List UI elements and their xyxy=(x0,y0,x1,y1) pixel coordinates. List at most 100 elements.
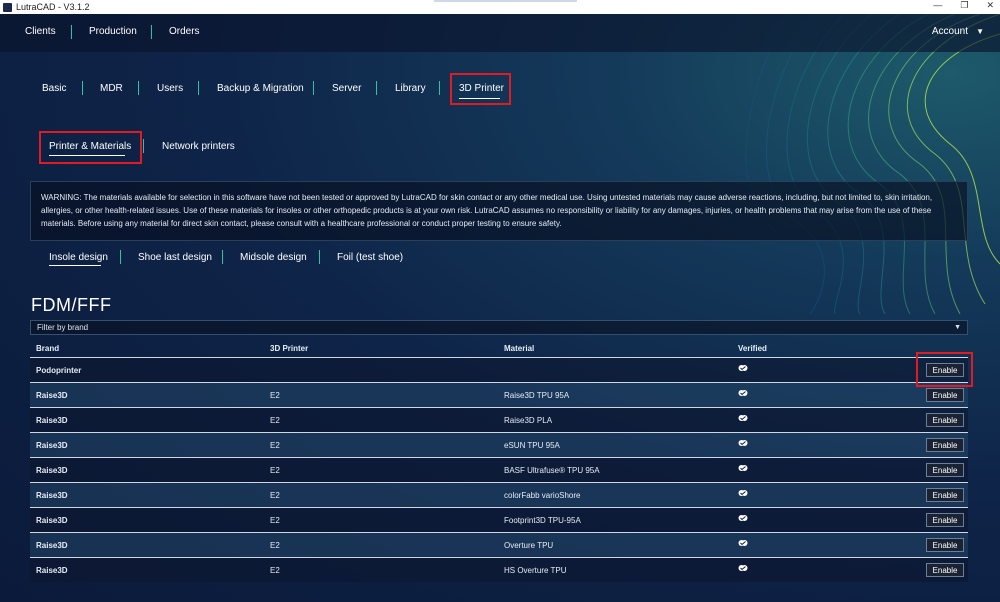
verified-badge-icon xyxy=(738,364,748,374)
enable-button[interactable]: Enable xyxy=(926,538,964,552)
tab-library[interactable]: Library xyxy=(395,83,426,94)
table-header: Brand 3D Printer Material Verified xyxy=(30,340,968,356)
nav-divider xyxy=(151,25,152,39)
tab-foil-test-shoe[interactable]: Foil (test shoe) xyxy=(337,252,403,263)
verified-badge-icon xyxy=(738,439,748,449)
verified-badge-icon xyxy=(738,539,748,549)
cell-material: colorFabb varioShore xyxy=(504,491,581,500)
maximize-button[interactable]: ❐ xyxy=(960,0,968,11)
tab-divider xyxy=(143,139,144,153)
tab-divider xyxy=(319,250,320,264)
enable-button[interactable]: Enable xyxy=(926,413,964,427)
tab-backup-migration[interactable]: Backup & Migration xyxy=(217,83,304,94)
cell-brand: Raise3D xyxy=(36,416,68,425)
app-content: Clients Production Orders Account ▼ Basi… xyxy=(0,14,1000,602)
tab-mdr[interactable]: MDR xyxy=(100,83,123,94)
top-navigation: Clients Production Orders Account ▼ xyxy=(0,14,1000,52)
close-button[interactable]: ✕ xyxy=(986,0,994,11)
enable-button[interactable]: Enable xyxy=(926,563,964,577)
table-row: Raise3D E2 Overture TPU Enable xyxy=(30,532,968,557)
cell-brand: Raise3D xyxy=(36,566,68,575)
cell-3d-printer: E2 xyxy=(270,516,280,525)
verified-badge-icon xyxy=(738,514,748,524)
verified-badge-icon xyxy=(738,389,748,399)
column-header-3d-printer: 3D Printer xyxy=(270,344,309,353)
tab-divider xyxy=(376,81,377,95)
cell-brand: Podoprinter xyxy=(36,366,82,375)
verified-badge-icon xyxy=(738,489,748,499)
cell-3d-printer: E2 xyxy=(270,541,280,550)
brand-filter-dropdown[interactable]: Filter by brand ▼ xyxy=(30,320,968,335)
tab-users[interactable]: Users xyxy=(157,83,183,94)
warning-notice: WARNING: The materials available for sel… xyxy=(30,181,968,241)
highlight-box-enable xyxy=(916,352,973,387)
cell-material: Overture TPU xyxy=(504,541,554,550)
nav-divider xyxy=(71,25,72,39)
window-titlebar: LutraCAD - V3.1.2 — ❐ ✕ xyxy=(0,0,1000,14)
cell-3d-printer: E2 xyxy=(270,441,280,450)
cell-3d-printer: E2 xyxy=(270,566,280,575)
tab-shoe-last-design[interactable]: Shoe last design xyxy=(138,252,212,263)
cell-brand: Raise3D xyxy=(36,466,68,475)
tab-insole-design[interactable]: Insole design xyxy=(49,252,108,263)
tab-divider xyxy=(120,250,121,264)
table-row: Raise3D E2 eSUN TPU 95A Enable xyxy=(30,432,968,457)
account-menu[interactable]: Account xyxy=(932,26,968,37)
tab-basic[interactable]: Basic xyxy=(42,83,66,94)
nav-orders[interactable]: Orders xyxy=(169,26,200,37)
subtab-network-printers[interactable]: Network printers xyxy=(162,141,235,152)
table-row: Raise3D E2 Raise3D PLA Enable xyxy=(30,407,968,432)
tab-divider xyxy=(439,81,440,95)
cell-material: Raise3D PLA xyxy=(504,416,553,425)
verified-badge-icon xyxy=(738,564,748,574)
cell-material: eSUN TPU 95A xyxy=(504,441,560,450)
table-row: Podoprinter Enable xyxy=(30,357,968,382)
cell-brand: Raise3D xyxy=(36,541,68,550)
enable-button[interactable]: Enable xyxy=(926,488,964,502)
highlight-box-printer-materials xyxy=(39,131,142,164)
tab-divider xyxy=(82,81,83,95)
materials-table: Podoprinter Enable Raise3D E2 Raise3D TPU 95… xyxy=(30,357,968,582)
cell-3d-printer: E2 xyxy=(270,391,280,400)
filter-placeholder: Filter by brand xyxy=(37,323,89,332)
cell-material: Footprint3D TPU-95A xyxy=(504,516,581,525)
enable-button[interactable]: Enable xyxy=(926,388,964,402)
enable-button[interactable]: Enable xyxy=(926,438,964,452)
nav-clients[interactable]: Clients xyxy=(25,26,56,37)
tab-divider xyxy=(313,81,314,95)
cell-3d-printer: E2 xyxy=(270,491,280,500)
active-design-tab-underline xyxy=(49,265,101,266)
table-row: Raise3D E2 Footprint3D TPU-95A Enable xyxy=(30,507,968,532)
tab-server[interactable]: Server xyxy=(332,83,361,94)
chevron-down-icon[interactable]: ▼ xyxy=(954,324,961,331)
cell-brand: Raise3D xyxy=(36,441,68,450)
enable-button[interactable]: Enable xyxy=(926,463,964,477)
column-header-material: Material xyxy=(504,344,535,353)
cell-material: HS Overture TPU xyxy=(504,566,567,575)
app-logo-icon xyxy=(3,2,12,12)
drag-region[interactable] xyxy=(434,0,577,2)
nav-production[interactable]: Production xyxy=(89,26,137,37)
cell-material: BASF Ultrafuse® TPU 95A xyxy=(504,466,600,475)
cell-3d-printer: E2 xyxy=(270,416,280,425)
verified-badge-icon xyxy=(738,414,748,424)
table-row: Raise3D E2 colorFabb varioShore Enable xyxy=(30,482,968,507)
tab-divider xyxy=(198,81,199,95)
tab-midsole-design[interactable]: Midsole design xyxy=(240,252,307,263)
chevron-down-icon[interactable]: ▼ xyxy=(976,27,984,36)
table-row: Raise3D E2 HS Overture TPU Enable xyxy=(30,557,968,582)
cell-brand: Raise3D xyxy=(36,516,68,525)
column-header-verified: Verified xyxy=(738,344,767,353)
minimize-button[interactable]: — xyxy=(933,0,942,11)
cell-brand: Raise3D xyxy=(36,491,68,500)
verified-badge-icon xyxy=(738,464,748,474)
cell-3d-printer: E2 xyxy=(270,466,280,475)
column-header-brand: Brand xyxy=(36,344,60,353)
table-row: Raise3D E2 Raise3D TPU 95A Enable xyxy=(30,382,968,407)
table-row: Raise3D E2 BASF Ultrafuse® TPU 95A Enable xyxy=(30,457,968,482)
cell-brand: Raise3D xyxy=(36,391,68,400)
window-title: LutraCAD - V3.1.2 xyxy=(16,2,90,12)
tab-divider xyxy=(222,250,223,264)
section-title: FDM/FFF xyxy=(31,295,112,315)
enable-button[interactable]: Enable xyxy=(926,513,964,527)
